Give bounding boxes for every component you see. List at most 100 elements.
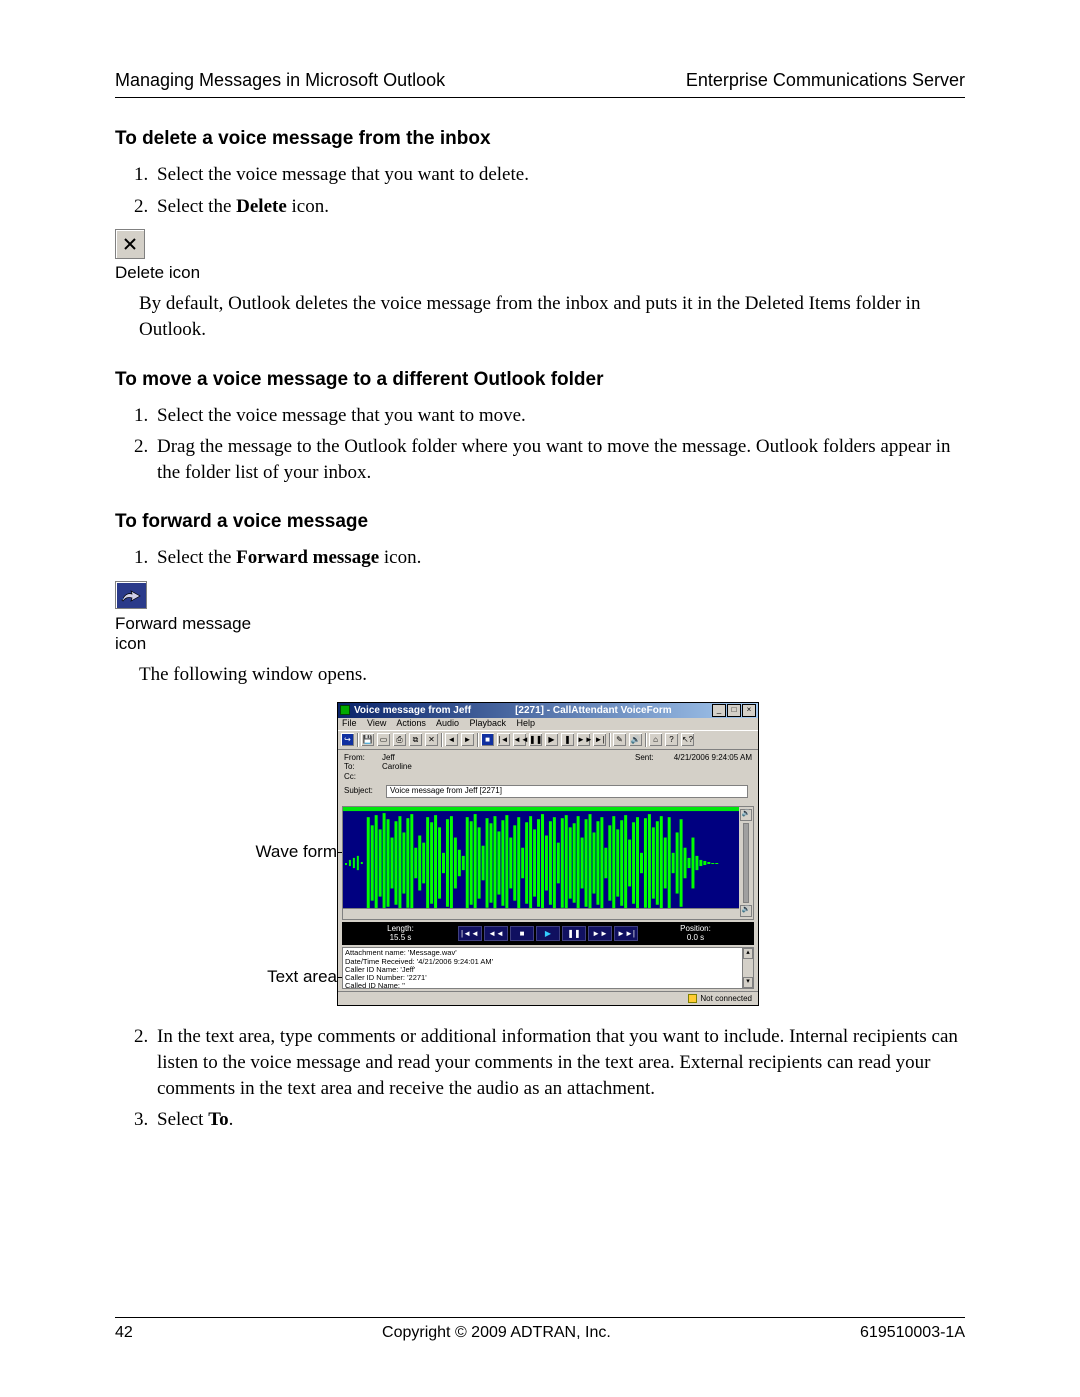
- delete-step-2: Select the Delete icon.: [153, 194, 965, 220]
- window-titlebar[interactable]: Voice message from Jeff [2271] - CallAtt…: [338, 703, 758, 718]
- section-forward-heading: To forward a voice message: [115, 511, 965, 533]
- delete-step-1: Select the voice message that you want t…: [153, 162, 965, 188]
- text-line-4: Caller ID Number: '2271': [345, 974, 751, 982]
- subject-field[interactable]: Voice message from Jeff [2271]: [386, 785, 748, 798]
- section-forward-steps-b: In the text area, type comments or addit…: [115, 1024, 965, 1133]
- length-readout: Length: 15.5 s: [345, 925, 456, 943]
- save-btn[interactable]: 💾: [361, 733, 374, 746]
- waveform-area[interactable]: 🔊 🔊: [342, 806, 754, 920]
- delete-btn[interactable]: ✕: [425, 733, 438, 746]
- cc-label: Cc:: [344, 773, 382, 782]
- section-delete-heading: To delete a voice message from the inbox: [115, 128, 965, 150]
- footer-right: 619510003-1A: [860, 1324, 965, 1342]
- section-move-heading: To move a voice message to a different O…: [115, 369, 965, 391]
- help-btn[interactable]: ?: [665, 733, 678, 746]
- stop-btn[interactable]: ■: [481, 733, 494, 746]
- menu-audio[interactable]: Audio: [436, 718, 459, 728]
- title-left: Voice message from Jeff: [354, 705, 471, 716]
- volume-slider[interactable]: [743, 823, 749, 903]
- to-label: To:: [344, 763, 382, 772]
- forward-step-1: Select the Forward message icon.: [153, 545, 965, 571]
- skip-end-btn[interactable]: ►|: [593, 733, 606, 746]
- waveform-scrollbar[interactable]: [343, 908, 739, 919]
- title-right: [2271] - CallAttendant VoiceForm: [515, 705, 672, 716]
- app-icon: [340, 705, 350, 715]
- waveform-svg: [343, 807, 739, 919]
- voiceform-window: Voice message from Jeff [2271] - CallAtt…: [337, 702, 759, 1007]
- subject-label: Subject:: [344, 787, 382, 796]
- pause-btn[interactable]: ❚❚: [529, 733, 542, 746]
- forward-message-icon[interactable]: [115, 581, 147, 609]
- section-delete-steps: Select the voice message that you want t…: [115, 162, 965, 219]
- callout-waveform: Wave form: [117, 842, 337, 862]
- position-readout: Position: 0.0 s: [640, 925, 751, 943]
- delete-icon-caption: Delete icon: [115, 263, 965, 283]
- transport-play[interactable]: ▶: [536, 926, 560, 941]
- edit-btn[interactable]: ✎: [613, 733, 626, 746]
- menu-view[interactable]: View: [367, 718, 386, 728]
- status-bar: Not connected: [338, 991, 758, 1005]
- menu-help[interactable]: Help: [517, 718, 536, 728]
- transport-skip-end[interactable]: ►►|: [614, 926, 638, 941]
- forward-step-2: In the text area, type comments or addit…: [153, 1024, 965, 1101]
- transport-skip-start[interactable]: |◄◄: [458, 926, 482, 941]
- maximize-button[interactable]: □: [727, 704, 741, 717]
- sent-label: Sent:: [635, 754, 654, 763]
- print-btn[interactable]: ⎙: [393, 733, 406, 746]
- callout-textarea: Text area: [117, 967, 337, 987]
- minimize-button[interactable]: _: [712, 704, 726, 717]
- header-right: Enterprise Communications Server: [686, 70, 965, 91]
- rewind-btn[interactable]: ◄◄: [513, 733, 526, 746]
- section-move-steps: Select the voice message that you want t…: [115, 403, 965, 486]
- footer-page: 42: [115, 1324, 133, 1342]
- status-text: Not connected: [700, 995, 752, 1004]
- volume-min-icon[interactable]: 🔊: [740, 905, 752, 917]
- footer-center: Copyright © 2009 ADTRAN, Inc.: [382, 1324, 611, 1342]
- ff-btn[interactable]: ►►: [577, 733, 590, 746]
- pause2-btn[interactable]: ❚: [561, 733, 574, 746]
- menubar[interactable]: File View Actions Audio Playback Help: [338, 718, 758, 730]
- transport-rewind[interactable]: ◄◄: [484, 926, 508, 941]
- message-header-fields: From: Jeff Sent: 4/21/2006 9:24:05 AM To…: [338, 750, 758, 804]
- section-forward-steps-a: Select the Forward message icon.: [115, 545, 965, 571]
- speaker-btn[interactable]: 🔊: [629, 733, 642, 746]
- delete-note: By default, Outlook deletes the voice me…: [139, 291, 965, 342]
- forward-step-3: Select To.: [153, 1107, 965, 1133]
- forward-btn[interactable]: ↪: [341, 733, 354, 746]
- move-step-2: Drag the message to the Outlook folder w…: [153, 434, 965, 485]
- window-opens-text: The following window opens.: [139, 662, 965, 688]
- forward-icon-caption: Forward message icon: [115, 614, 255, 654]
- transport-stop[interactable]: ■: [510, 926, 534, 941]
- header-rule: [115, 97, 965, 98]
- transport-bar: Length: 15.5 s |◄◄ ◄◄ ■ ▶ ❚❚ ►► ►►| Posi…: [342, 922, 754, 946]
- voiceform-window-wrap: Wave form Text area Voice message from J…: [337, 702, 757, 1007]
- page-footer: 42 Copyright © 2009 ADTRAN, Inc. 6195100…: [115, 1317, 965, 1342]
- text-area[interactable]: Attachment name: 'Message.wav' Date/Time…: [342, 947, 754, 989]
- sent-value: 4/21/2006 9:24:05 AM: [674, 754, 752, 763]
- to-value: Caroline: [382, 763, 752, 772]
- delete-icon[interactable]: [115, 229, 145, 259]
- menu-actions[interactable]: Actions: [396, 718, 426, 728]
- play-btn[interactable]: ▶: [545, 733, 558, 746]
- next-msg-btn[interactable]: ►: [461, 733, 474, 746]
- home-btn[interactable]: ⌂: [649, 733, 662, 746]
- transport-ff[interactable]: ►►: [588, 926, 612, 941]
- menu-file[interactable]: File: [342, 718, 357, 728]
- status-indicator-icon: [688, 994, 697, 1003]
- volume-slider-area[interactable]: 🔊 🔊: [739, 807, 753, 919]
- transport-pause[interactable]: ❚❚: [562, 926, 586, 941]
- move-step-1: Select the voice message that you want t…: [153, 403, 965, 429]
- whatsthis-btn[interactable]: ↖?: [681, 733, 694, 746]
- open-btn[interactable]: ▭: [377, 733, 390, 746]
- skip-start-btn[interactable]: |◄: [497, 733, 510, 746]
- prev-msg-btn[interactable]: ◄: [445, 733, 458, 746]
- page-header: Managing Messages in Microsoft Outlook E…: [115, 70, 965, 91]
- text-line-5: Called ID Name: '': [345, 982, 751, 989]
- textarea-scrollbar[interactable]: ▴▾: [742, 948, 753, 988]
- close-button[interactable]: ×: [742, 704, 756, 717]
- volume-max-icon[interactable]: 🔊: [740, 809, 752, 821]
- copy-btn[interactable]: ⧉: [409, 733, 422, 746]
- toolbar: ↪ 💾 ▭ ⎙ ⧉ ✕ ◄ ► ■ |◄ ◄◄ ❚❚ ▶ ❚ ►► ►|: [338, 730, 758, 750]
- menu-playback[interactable]: Playback: [469, 718, 506, 728]
- header-left: Managing Messages in Microsoft Outlook: [115, 70, 445, 91]
